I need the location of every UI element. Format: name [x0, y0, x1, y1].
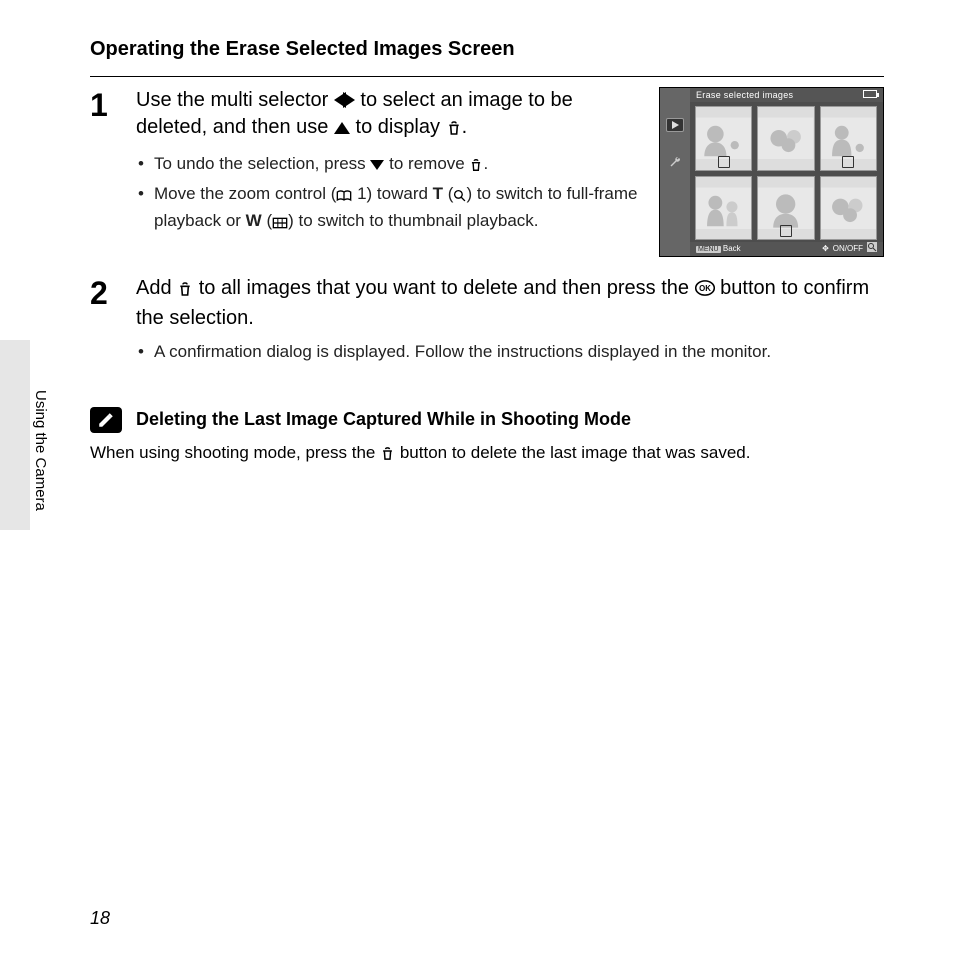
- step-number: 1: [90, 87, 136, 257]
- side-tab: [0, 340, 30, 530]
- note-body: When using shooting mode, press the butt…: [90, 441, 884, 469]
- magnify-icon: [453, 185, 466, 210]
- zoom-t-label: T: [433, 184, 443, 203]
- text: to remove: [384, 154, 469, 173]
- step1-text: Use the multi selector to select an imag…: [136, 87, 641, 144]
- step1-bullet-1: To undo the selection, press to remove .: [136, 152, 641, 180]
- text: button to delete the last image that was…: [395, 443, 750, 462]
- lcd-title: Erase selected images: [696, 90, 793, 100]
- wrench-icon: [669, 156, 681, 173]
- thumbnail-grid-icon: [272, 212, 288, 237]
- play-mode-icon: [666, 118, 684, 132]
- text: (: [443, 184, 453, 203]
- trash-icon: [177, 278, 193, 305]
- zoom-chip-icon: [867, 242, 877, 256]
- right-arrow-icon: [343, 92, 355, 108]
- text: (: [262, 211, 272, 230]
- text: When using shooting mode, press the: [90, 443, 380, 462]
- thumbnail: [695, 106, 752, 171]
- text: Move the zoom control (: [154, 184, 336, 203]
- svg-text:OK: OK: [699, 284, 711, 293]
- step-1: 1 Use the multi selector to select an im…: [90, 87, 884, 257]
- thumbnail: [695, 176, 752, 241]
- thumbnail: [820, 106, 877, 171]
- text: .: [462, 116, 468, 138]
- selector-icon: ✥: [822, 244, 829, 255]
- lcd-sidebar: [660, 88, 690, 256]
- battery-icon: [863, 90, 877, 98]
- text: Use the multi selector: [136, 89, 334, 111]
- thumbnail: [757, 176, 814, 241]
- up-arrow-icon: [334, 122, 350, 134]
- ok-button-icon: OK: [695, 278, 715, 305]
- thumbnail: [757, 106, 814, 171]
- lcd-back-label: Back: [723, 244, 741, 253]
- camera-lcd-illustration: Erase selected images MENU Back ✥ ON/OFF: [659, 87, 884, 257]
- text: Add: [136, 277, 177, 299]
- pencil-note-icon: [90, 407, 122, 433]
- thumbnail-grid: [695, 106, 877, 240]
- side-section-label: Using the Camera: [32, 390, 49, 511]
- thumbnail: [820, 176, 877, 241]
- step1-bullet-2: Move the zoom control ( 1) toward T ( ) t…: [136, 182, 641, 237]
- menu-chip: MENU: [696, 246, 721, 253]
- zoom-w-label: W: [246, 211, 262, 230]
- page-number: 18: [90, 908, 110, 929]
- divider: [90, 76, 884, 77]
- text: to display: [350, 116, 446, 138]
- section-heading: Operating the Erase Selected Images Scre…: [90, 38, 884, 61]
- trash-icon: [469, 155, 483, 180]
- step-number: 2: [90, 275, 136, 367]
- text: 1) toward: [352, 184, 432, 203]
- note-title: Deleting the Last Image Captured While i…: [136, 409, 631, 430]
- text: To undo the selection, press: [154, 154, 370, 173]
- text: .: [483, 154, 488, 173]
- step2-text: Add to all images that you want to delet…: [136, 275, 884, 332]
- step-2: 2 Add to all images that you want to del…: [90, 275, 884, 367]
- lcd-bottom-bar: MENU Back ✥ ON/OFF: [690, 242, 883, 256]
- text: ) to switch to thumbnail playback.: [288, 211, 538, 230]
- text: to all images that you want to delete an…: [193, 277, 694, 299]
- trash-icon: [446, 117, 462, 144]
- step2-bullet-1: A confirmation dialog is displayed. Foll…: [136, 340, 884, 365]
- page-ref-icon: [336, 185, 352, 210]
- lcd-onoff-label: ON/OFF: [833, 244, 863, 255]
- down-arrow-icon: [370, 160, 384, 170]
- trash-icon: [380, 444, 395, 469]
- lcd-title-bar: Erase selected images: [690, 88, 883, 102]
- note-header: Deleting the Last Image Captured While i…: [90, 407, 884, 433]
